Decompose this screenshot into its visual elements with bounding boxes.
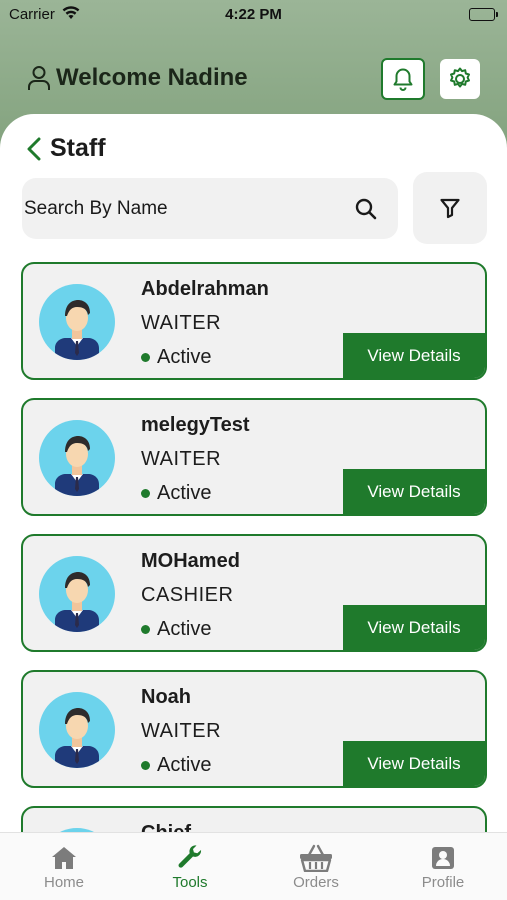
notifications-button[interactable] [381,58,425,100]
staff-name: Noah [141,686,191,708]
filter-button[interactable] [413,172,487,244]
welcome-title: Welcome Nadine [27,64,248,92]
status-text: Active [157,346,212,368]
bell-icon [393,68,413,91]
filter-icon [440,198,460,219]
avatar [39,420,115,496]
status-dot [141,489,150,498]
staff-card[interactable]: Noah WAITER Active View Details [21,670,487,788]
home-icon [52,847,76,869]
avatar [39,556,115,632]
staff-card[interactable]: Chief [21,806,487,832]
staff-name: Abdelrahman [141,278,269,300]
search-input[interactable] [24,197,324,220]
search-icon[interactable] [354,197,378,221]
wrench-icon [178,845,202,868]
search-bar[interactable] [22,178,398,239]
staff-role: CASHIER [141,584,234,606]
status-badge: Active [141,754,211,777]
status-dot [141,353,150,362]
staff-name: Chief [141,822,191,832]
view-details-button[interactable]: View Details [343,333,485,378]
back-button[interactable]: Staff [26,134,106,163]
gear-icon [450,67,470,88]
clock: 4:22 PM [225,6,282,23]
status-dot [141,761,150,770]
settings-button[interactable] [440,59,480,99]
tab-label: Home [43,874,84,891]
profile-icon [432,847,454,869]
tab-label: Tools [172,874,208,891]
user-icon [28,66,50,90]
tab-home[interactable]: Home [1,833,127,900]
avatar [39,692,115,768]
staff-card[interactable]: MOHamed CASHIER Active View Details [21,534,487,652]
staff-name: melegyTest [141,414,250,436]
staff-role: WAITER [141,448,222,470]
status-text: Active [157,754,212,776]
battery-icon [469,8,498,21]
chevron-left-icon [27,137,41,160]
staff-list: Abdelrahman WAITER Active View Details m… [21,262,487,832]
status-text: Active [157,618,212,640]
basket-icon [300,844,332,872]
staff-name: MOHamed [141,550,240,572]
status-badge: Active [141,346,211,369]
tab-orders[interactable]: Orders [253,833,379,900]
welcome-text: Welcome Nadine [56,64,248,91]
page-title: Staff [50,134,106,162]
staff-role: WAITER [141,720,222,742]
staff-role: WAITER [141,312,222,334]
tab-label: Orders [293,874,339,891]
tab-label: Profile [421,874,465,891]
view-details-button[interactable]: View Details [343,469,485,514]
staff-card[interactable]: melegyTest WAITER Active View Details [21,398,487,516]
tab-bar: Home Tools Orders Profile [0,832,507,900]
status-badge: Active [141,618,211,641]
staff-card[interactable]: Abdelrahman WAITER Active View Details [21,262,487,380]
status-dot [141,625,150,634]
view-details-button[interactable]: View Details [343,605,485,650]
view-details-button[interactable]: View Details [343,741,485,786]
tab-profile[interactable]: Profile [380,833,506,900]
tab-tools[interactable]: Tools [127,833,253,900]
status-badge: Active [141,482,211,505]
avatar [39,284,115,360]
status-bar: Carrier 4:22 PM [0,0,507,30]
status-text: Active [157,482,212,504]
